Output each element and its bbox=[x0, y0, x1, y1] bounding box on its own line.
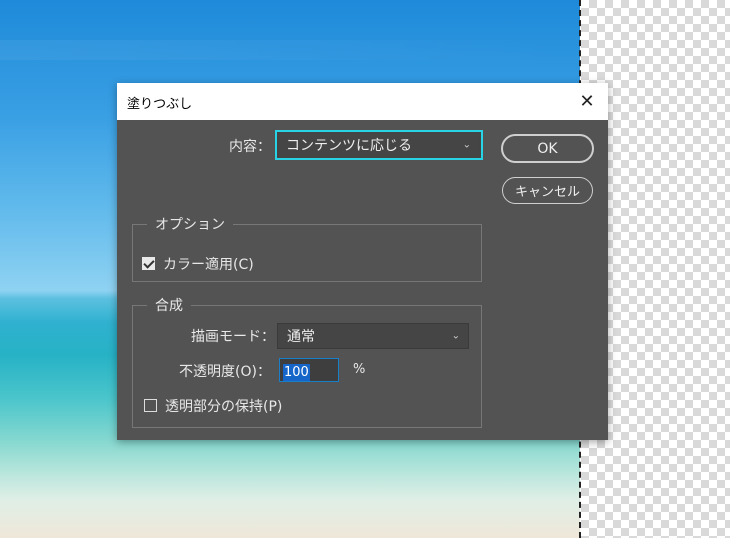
close-button[interactable]: ✕ bbox=[566, 83, 608, 120]
contents-select-value: コンテンツに応じる bbox=[286, 138, 412, 154]
ok-button[interactable]: OK bbox=[501, 134, 594, 163]
opacity-unit: % bbox=[353, 362, 366, 377]
preserve-transparency-checkbox[interactable] bbox=[144, 399, 157, 412]
dialog-titlebar[interactable]: 塗りつぶし ✕ bbox=[117, 83, 608, 120]
opacity-value: 100 bbox=[283, 364, 310, 381]
cancel-button-label: キャンセル bbox=[514, 185, 580, 200]
canvas-sky-highlight bbox=[0, 40, 580, 60]
chevron-down-icon: ⌄ bbox=[451, 330, 460, 342]
dialog-title: 塗りつぶし bbox=[127, 97, 193, 112]
chevron-down-icon: ⌄ bbox=[462, 139, 471, 151]
fill-dialog: 塗りつぶし ✕ 内容： コンテンツに応じる ⌄ OK キャンセル オプション カ… bbox=[117, 83, 608, 440]
cancel-button[interactable]: キャンセル bbox=[502, 177, 593, 204]
options-group-title: オプション bbox=[147, 214, 233, 234]
contents-select[interactable]: コンテンツに応じる ⌄ bbox=[275, 130, 483, 160]
preserve-transparency-label: 透明部分の保持(P) bbox=[165, 399, 283, 415]
blend-mode-label: 描画モード： bbox=[191, 329, 275, 345]
opacity-label: 不透明度(O)： bbox=[179, 364, 271, 380]
blend-mode-value: 通常 bbox=[287, 329, 315, 345]
color-adapt-checkbox[interactable] bbox=[142, 257, 155, 270]
contents-label: 内容： bbox=[229, 139, 271, 155]
close-icon: ✕ bbox=[579, 91, 595, 112]
ok-button-label: OK bbox=[537, 140, 558, 157]
opacity-input[interactable]: 100 bbox=[279, 358, 339, 382]
color-adapt-label: カラー適用(C) bbox=[163, 257, 254, 273]
blend-mode-select[interactable]: 通常 ⌄ bbox=[277, 323, 469, 349]
blending-group-title: 合成 bbox=[147, 295, 191, 315]
